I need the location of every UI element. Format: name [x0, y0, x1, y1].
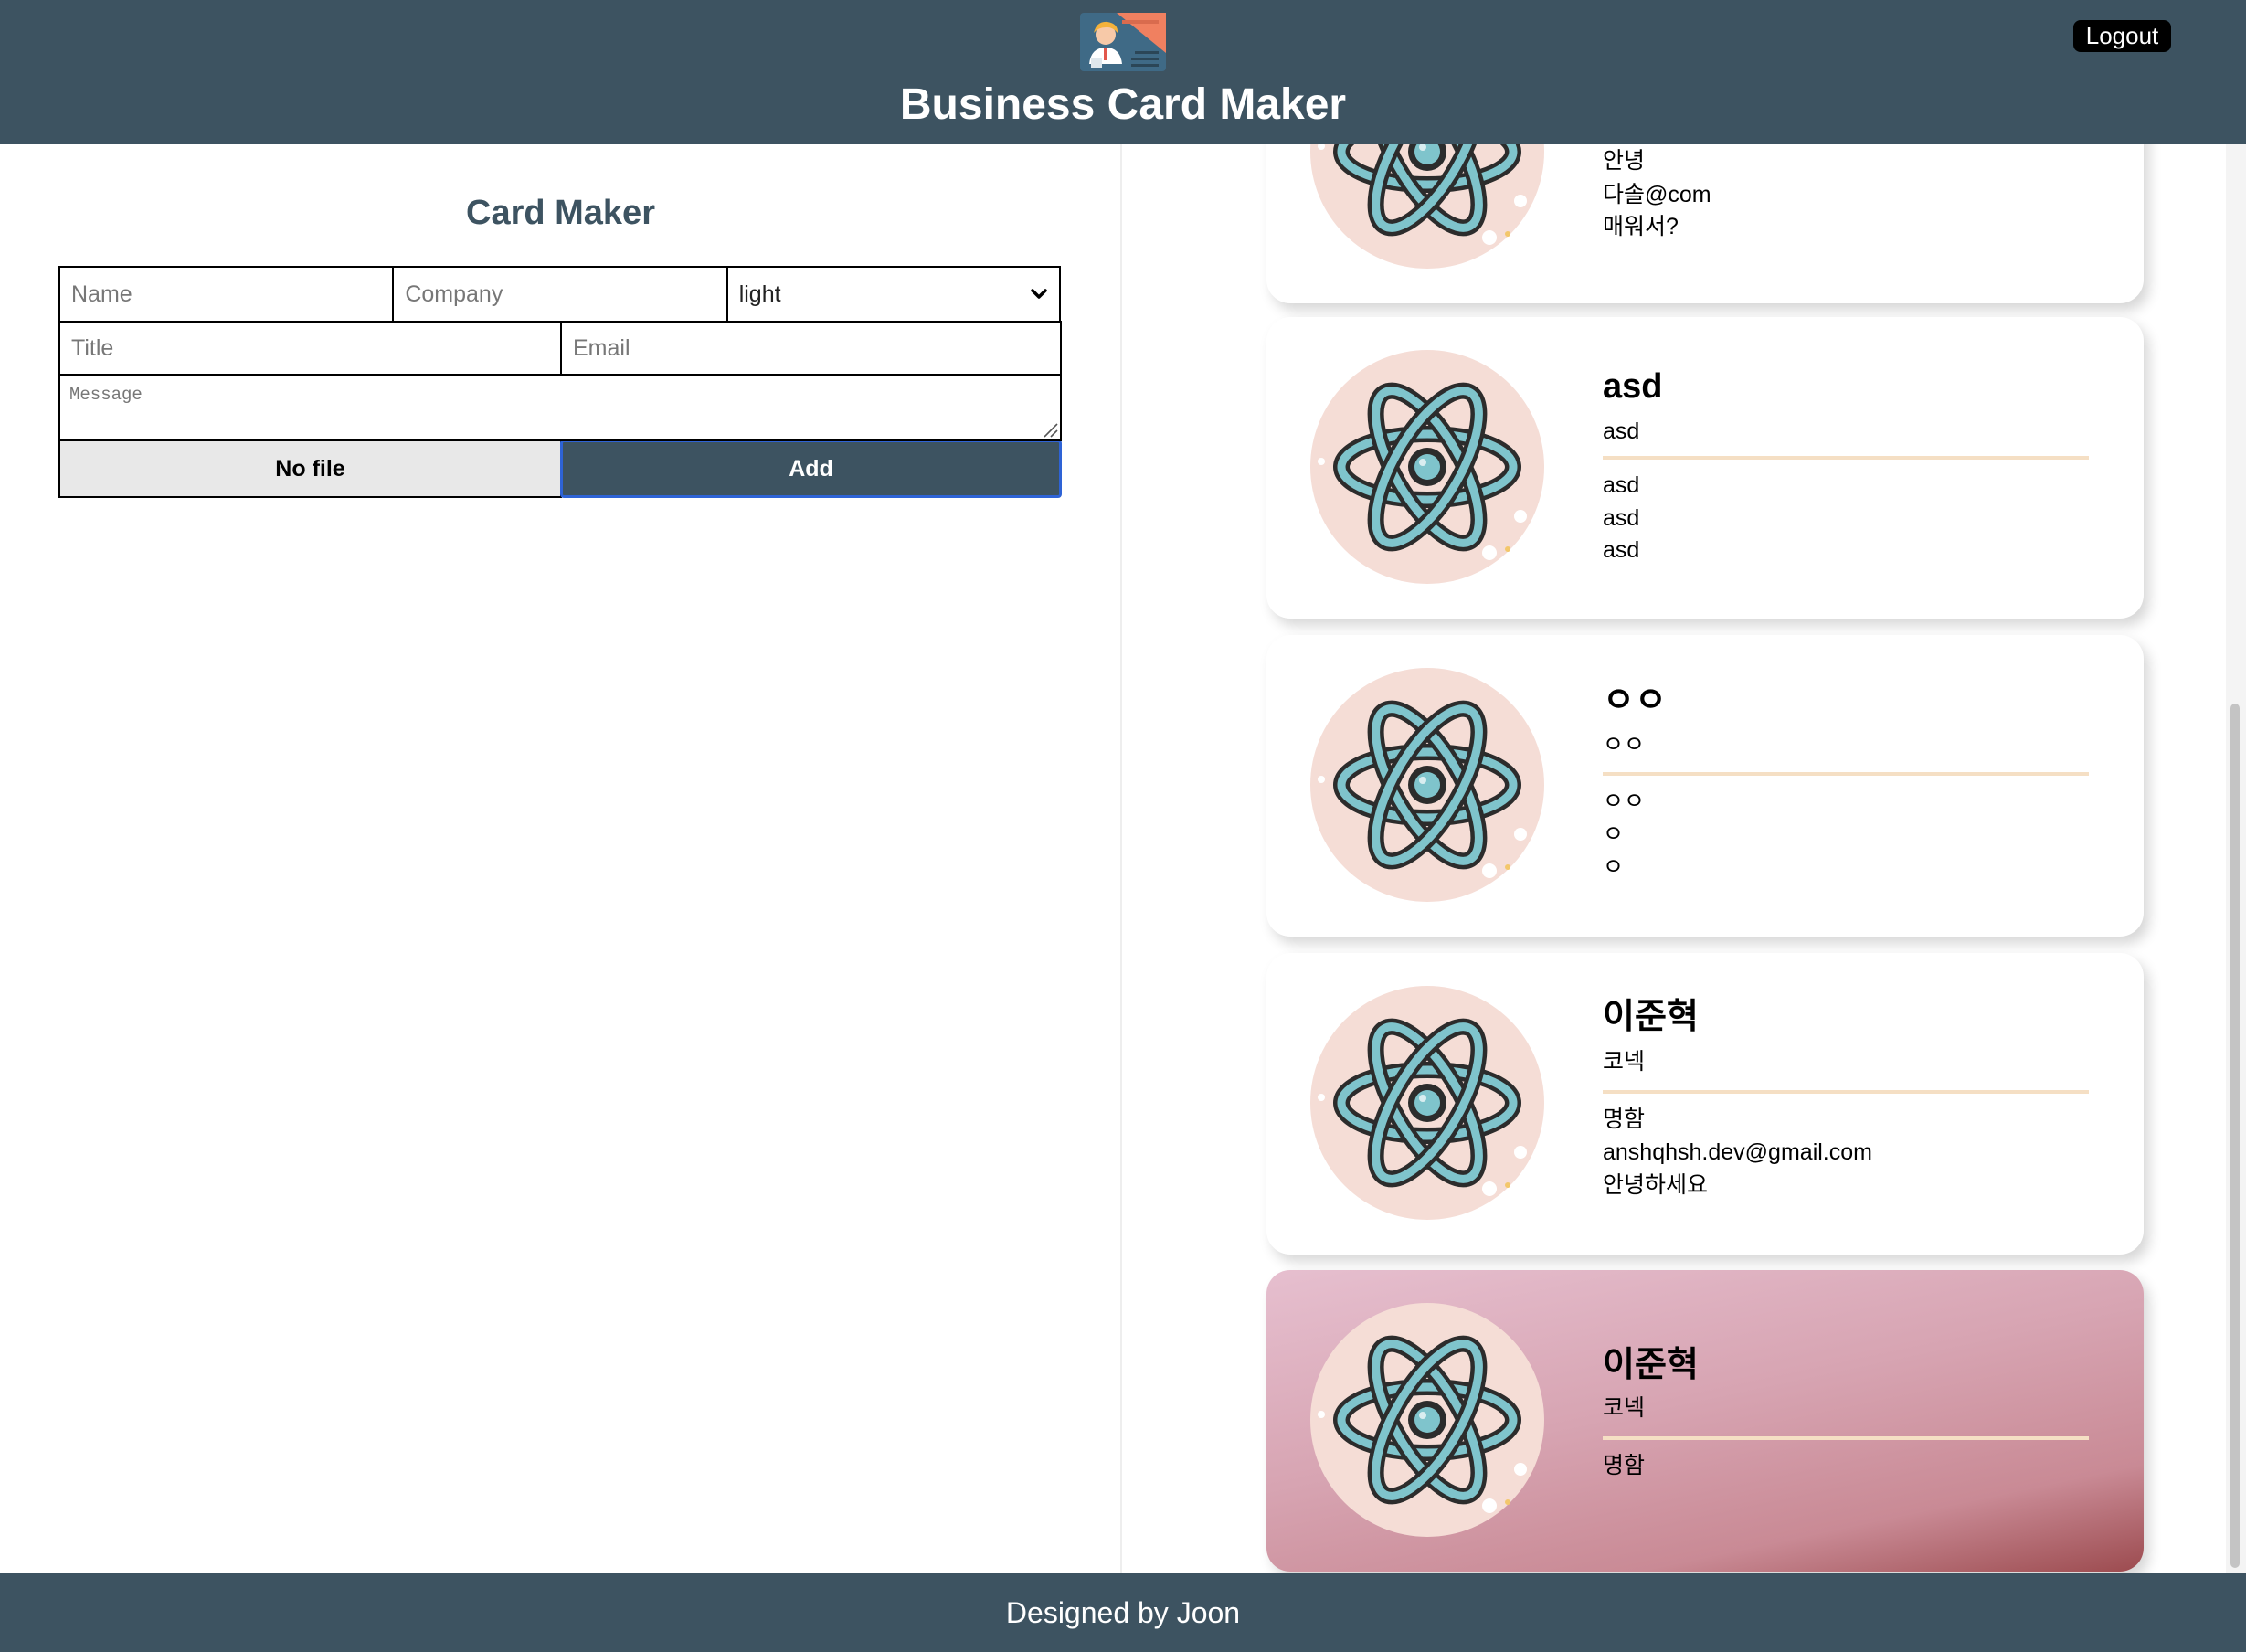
app-title: Business Card Maker	[899, 80, 1347, 129]
theme-select-wrapper: light dark colorful	[726, 266, 1062, 323]
card-email: 다솔@com	[1603, 182, 1711, 207]
card-company: ㅇㅇ	[1603, 732, 1646, 757]
card-name: asd	[1603, 367, 1663, 406]
card-email: asd	[1603, 505, 1640, 531]
name-input[interactable]	[58, 266, 395, 323]
card-company: 코넥	[1603, 1395, 1646, 1421]
react-atom-icon	[1310, 350, 1544, 584]
card-add-form: light dark colorful No file Add	[58, 266, 1062, 498]
email-input[interactable]	[560, 321, 1062, 376]
react-atom-icon	[1310, 668, 1544, 902]
card-title: 명함	[1603, 1107, 1646, 1132]
card-email: anshqhsh.dev@gmail.com	[1603, 1139, 1872, 1165]
card-message: asd	[1603, 537, 1640, 563]
add-card-button[interactable]: Add	[560, 439, 1062, 498]
card-divider	[1603, 772, 2089, 776]
card-title: 안녕	[1603, 148, 1646, 174]
company-input[interactable]	[392, 266, 728, 323]
card[interactable]: 이준혁 코넥 명함	[1266, 1270, 2144, 1572]
image-file-button[interactable]: No file	[58, 439, 562, 498]
card[interactable]: 안녕 다솔@com 매워서?	[1266, 144, 2144, 303]
app-header: Business Card Maker Logout	[0, 0, 2246, 144]
card-title: 명함	[1603, 1453, 1646, 1478]
card-divider	[1603, 456, 2089, 460]
business-card-logo-icon	[1080, 13, 1166, 71]
card-preview[interactable]: 안녕 다솔@com 매워서? asd asd asd asd asd ㅇㅇ ㅇㅇ…	[1122, 144, 2228, 1573]
card[interactable]: asd asd asd asd asd	[1266, 317, 2144, 619]
card[interactable]: ㅇㅇ ㅇㅇ ㅇㅇ ㅇ ㅇ	[1266, 635, 2144, 937]
preview-scrollbar-thumb[interactable]	[2230, 704, 2240, 1568]
react-atom-icon	[1310, 144, 1544, 269]
card-title: ㅇㅇ	[1603, 789, 1646, 814]
card-message: 안녕하세요	[1603, 1172, 1709, 1198]
logout-button[interactable]: Logout	[2073, 20, 2171, 52]
theme-select[interactable]: light dark colorful	[726, 266, 1061, 323]
card-name: ㅇㅇ	[1603, 682, 1667, 720]
card-name: 이준혁	[1603, 1346, 1699, 1384]
card-message: 매워서?	[1603, 214, 1679, 239]
title-input[interactable]	[58, 321, 562, 376]
card-message: ㅇ	[1603, 854, 1625, 880]
card-title: asd	[1603, 472, 1640, 498]
card-company: 코넥	[1603, 1049, 1646, 1075]
card-company: asd	[1603, 418, 1640, 444]
card-email: ㅇ	[1603, 821, 1625, 847]
editor-title: Card Maker	[466, 194, 655, 232]
card-divider	[1603, 1436, 2089, 1440]
card-divider	[1603, 1090, 2089, 1094]
react-atom-icon	[1310, 986, 1544, 1220]
resize-grip-icon[interactable]	[1042, 421, 1058, 438]
app-footer: Designed by Joon	[0, 1573, 2246, 1652]
message-textarea[interactable]	[58, 374, 1062, 441]
react-atom-icon	[1310, 1303, 1544, 1537]
card[interactable]: 이준혁 코넥 명함 anshqhsh.dev@gmail.com 안녕하세요	[1266, 953, 2144, 1255]
card-editor: Card Maker light dark colorful	[0, 144, 1121, 1573]
card-name: 이준혁	[1603, 998, 1699, 1036]
